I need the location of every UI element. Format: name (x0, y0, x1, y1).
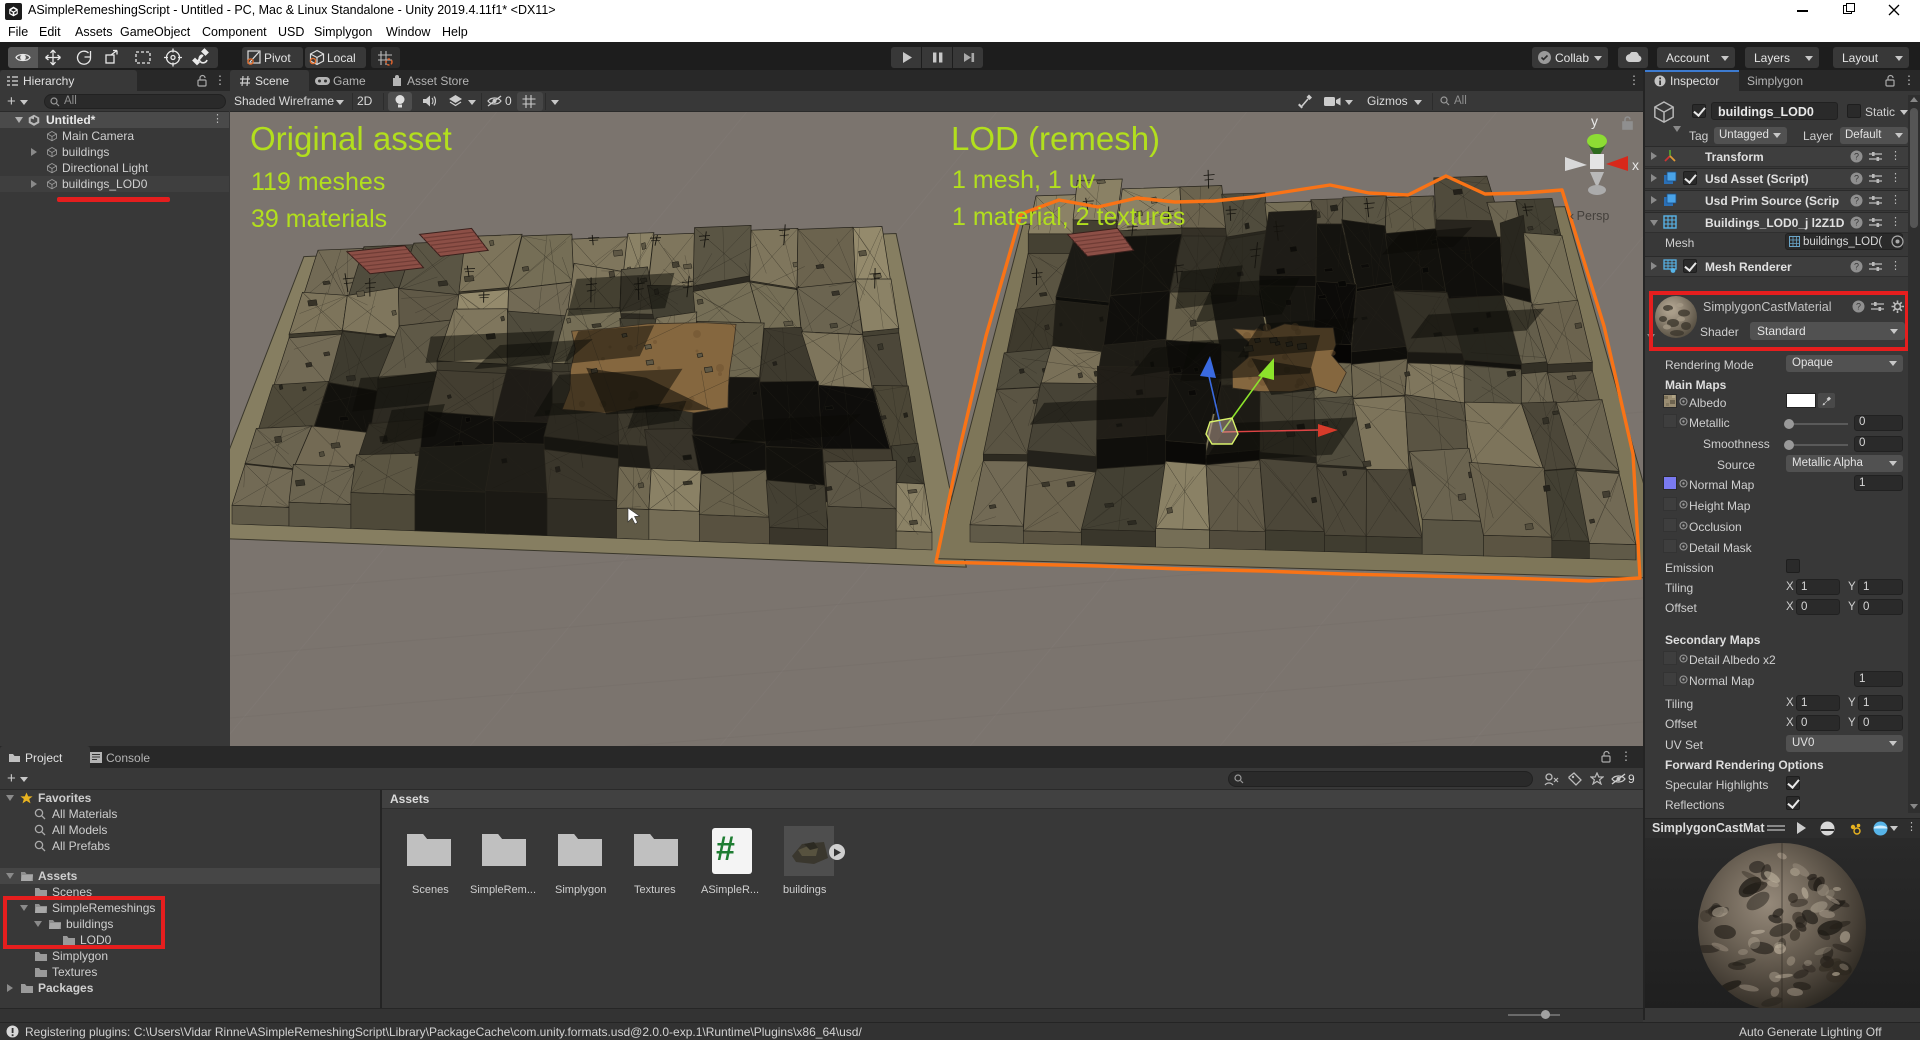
svg-text:39 materials: 39 materials (251, 205, 387, 233)
svg-text:?: ? (1854, 152, 1859, 162)
svg-text:1 material, 2 textures: 1 material, 2 textures (952, 203, 1185, 231)
svg-text:?: ? (1854, 174, 1859, 184)
svg-text:1 mesh, 1 uv: 1 mesh, 1 uv (952, 166, 1096, 194)
svg-text:?: ? (1854, 196, 1859, 206)
svg-text:Original asset: Original asset (250, 120, 452, 157)
svg-text:LOD (remesh): LOD (remesh) (951, 120, 1160, 157)
svg-text:?: ? (1854, 218, 1859, 228)
svg-text:119 meshes: 119 meshes (251, 168, 385, 196)
svg-text:x: x (1632, 157, 1639, 173)
svg-text:y: y (1591, 113, 1598, 129)
svg-text:‹ Persp: ‹ Persp (1570, 209, 1609, 223)
svg-text:?: ? (1854, 262, 1859, 272)
